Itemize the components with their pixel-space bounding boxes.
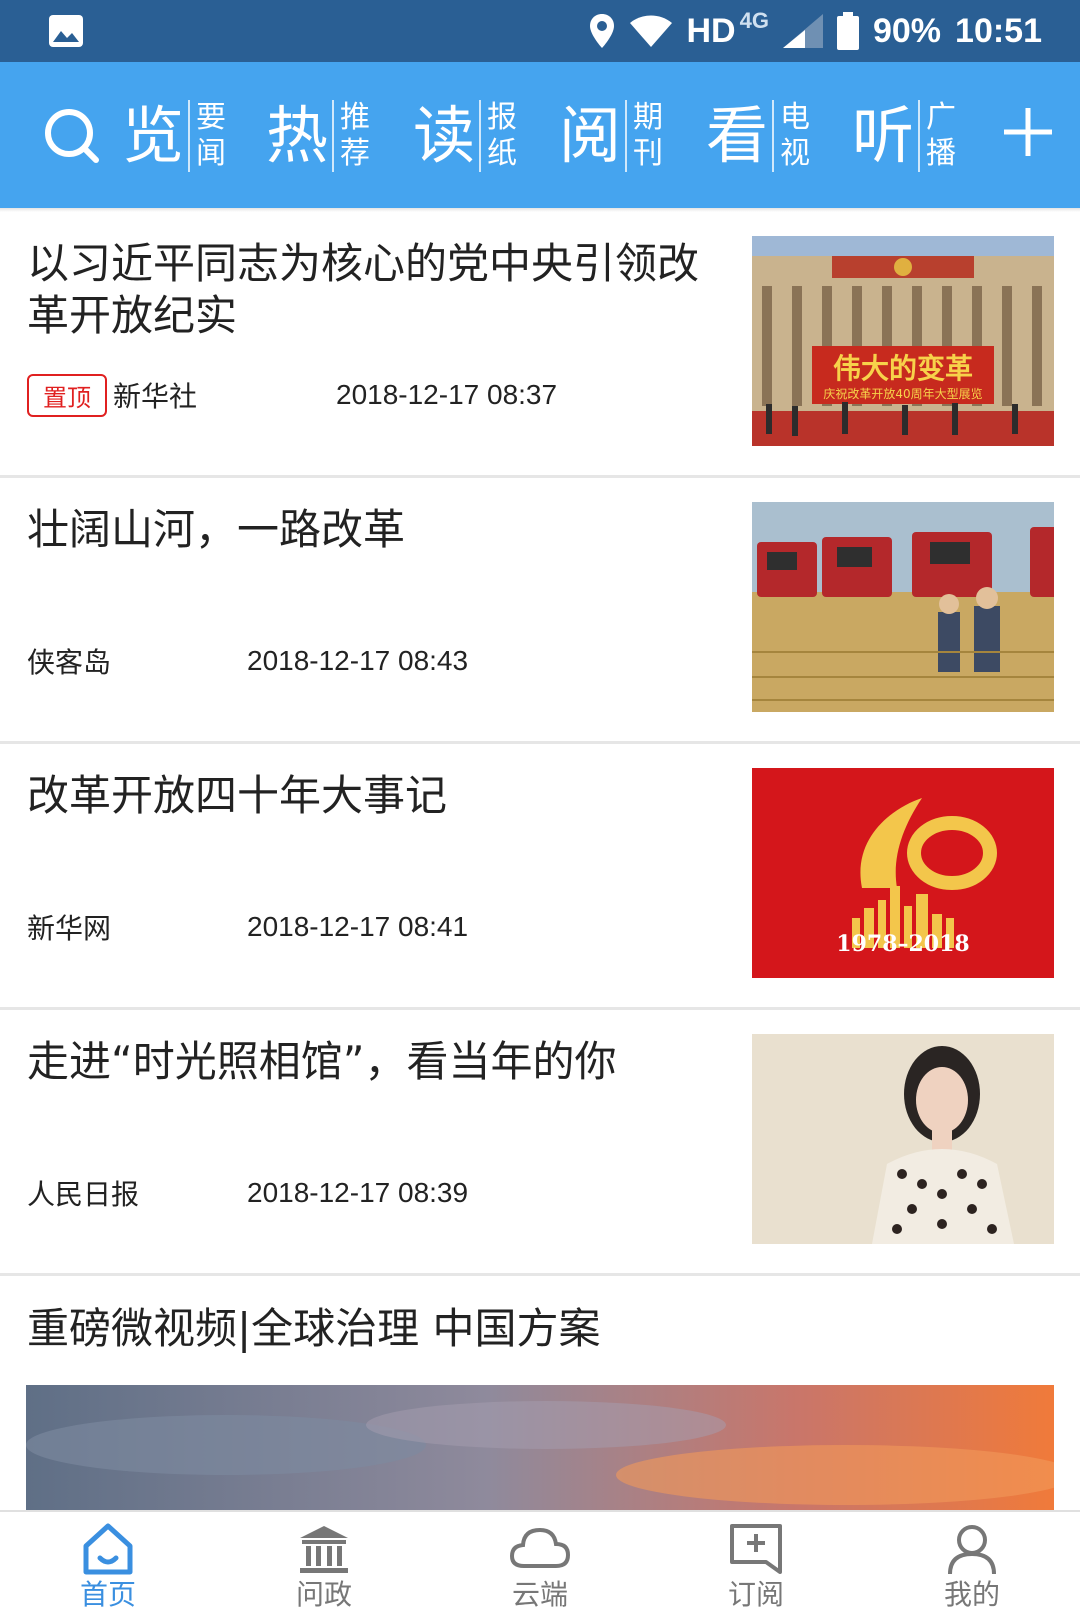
pinned-badge: 置顶 (27, 373, 107, 417)
video-cover[interactable] (26, 1385, 1054, 1515)
news-thumbnail[interactable]: 伟大的变革 庆祝改革开放40周年大型展览 (752, 236, 1054, 446)
tab-label: 我的 (943, 1578, 1000, 1611)
cloud-icon (509, 1527, 571, 1568)
thumb-years-text: 1978–2018 (836, 931, 969, 957)
nav-main-label: 听 (852, 99, 915, 172)
tab-label: 云端 (511, 1578, 568, 1611)
news-thumbnail[interactable]: 1978–2018 (752, 768, 1054, 978)
home-icon (83, 1523, 133, 1575)
clock: 10:51 (955, 11, 1042, 50)
thumb-banner-text: 伟大的变革 (833, 352, 973, 385)
battery-icon (836, 12, 859, 50)
search-icon[interactable] (42, 106, 102, 166)
nav-sub-label: 要闻 (188, 100, 226, 172)
news-title[interactable]: 以习近平同志为核心的党中央引领改革开放纪实 (27, 238, 707, 342)
nav-item-hot[interactable]: 热 推荐 (266, 94, 370, 178)
nav-sub-label: 期刊 (625, 100, 663, 172)
news-source: 人民日报 (27, 1178, 140, 1211)
nav-item-radio[interactable]: 听 广播 (852, 94, 956, 178)
battery-level: 90% (872, 11, 942, 50)
news-date: 2018-12-17 08:37 (336, 379, 558, 410)
nav-sub-label: 推荐 (332, 100, 370, 172)
news-title[interactable]: 改革开放四十年大事记 (27, 770, 707, 822)
tab-profile[interactable]: 我的 (864, 1512, 1080, 1622)
news-thumbnail[interactable] (752, 1034, 1054, 1244)
thumb-banner-subtext: 庆祝改革开放40周年大型展览 (823, 386, 982, 401)
hd-indicator: HD (686, 11, 736, 50)
news-meta: 新华网 (27, 907, 111, 947)
nav-main-label: 阅 (559, 99, 622, 172)
top-nav: 览 要闻 热 推荐 读 报纸 阅 期刊 看 电视 听 广播 (0, 62, 1080, 208)
status-bar: HD 4G 90% 10:51 (0, 0, 1080, 62)
network-type: 4G (739, 8, 769, 33)
news-item[interactable]: 以习近平同志为核心的党中央引领改革开放纪实 置顶 新华社 2018-12-17 … (0, 210, 1080, 478)
tab-home[interactable]: 首页 (0, 1512, 216, 1622)
nav-item-tv[interactable]: 看 电视 (706, 94, 810, 178)
location-icon (589, 14, 614, 48)
tab-label: 问政 (295, 1578, 352, 1611)
tab-cloud[interactable]: 云端 (432, 1512, 648, 1622)
bottom-tab-bar: 首页 问政 云端 订阅 我的 (0, 1510, 1080, 1622)
nav-sub-label: 报纸 (479, 100, 517, 172)
nav-main-label: 读 (413, 99, 476, 172)
nav-main-label: 览 (122, 99, 185, 172)
news-date: 2018-12-17 08:39 (247, 1177, 469, 1208)
news-item[interactable]: 壮阔山河，一路改革 侠客岛 2018-12-17 08:43 (0, 476, 1080, 744)
news-date: 2018-12-17 08:41 (247, 911, 469, 942)
news-title[interactable]: 走进“时光照相馆”，看当年的你 (27, 1036, 707, 1088)
news-source: 新华社 (113, 380, 198, 413)
add-channel-icon[interactable] (998, 102, 1058, 162)
status-indicators: HD 4G 90% 10:51 (589, 0, 1042, 62)
nav-sub-label: 广播 (918, 100, 956, 172)
nav-main-label: 看 (706, 99, 769, 172)
news-meta: 人民日报 (27, 1173, 139, 1213)
video-item[interactable]: 重磅微视频|全球治理 中国方案 (0, 1275, 1080, 1515)
wifi-icon (629, 15, 672, 47)
nav-item-news[interactable]: 览 要闻 (122, 94, 226, 178)
signal-icon (782, 14, 823, 48)
video-title[interactable]: 重磅微视频|全球治理 中国方案 (27, 1303, 601, 1355)
news-item[interactable]: 改革开放四十年大事记 新华网 2018-12-17 08:41 1978–201… (0, 742, 1080, 1010)
tab-label: 首页 (79, 1578, 136, 1611)
gallery-icon (49, 15, 83, 47)
tab-subscribe[interactable]: 订阅 (648, 1512, 864, 1622)
news-meta: 侠客岛 (27, 641, 111, 681)
news-title[interactable]: 壮阔山河，一路改革 (27, 504, 707, 556)
tab-label: 订阅 (727, 1578, 784, 1611)
news-thumbnail[interactable] (752, 502, 1054, 712)
news-date: 2018-12-17 08:43 (247, 645, 469, 676)
news-meta: 置顶 新华社 (27, 373, 198, 417)
news-source: 新华网 (27, 912, 112, 945)
tab-politics[interactable]: 问政 (216, 1512, 432, 1622)
government-building-icon (300, 1526, 348, 1573)
nav-item-newspaper[interactable]: 读 报纸 (413, 94, 517, 178)
nav-main-label: 热 (266, 99, 329, 172)
news-item[interactable]: 走进“时光照相馆”，看当年的你 人民日报 2018-12-17 08:39 (0, 1008, 1080, 1276)
nav-sub-label: 电视 (772, 100, 810, 172)
nav-item-periodicals[interactable]: 阅 期刊 (559, 94, 663, 178)
subscribe-icon (730, 1524, 782, 1574)
user-icon (948, 1525, 996, 1575)
news-source: 侠客岛 (27, 646, 112, 679)
